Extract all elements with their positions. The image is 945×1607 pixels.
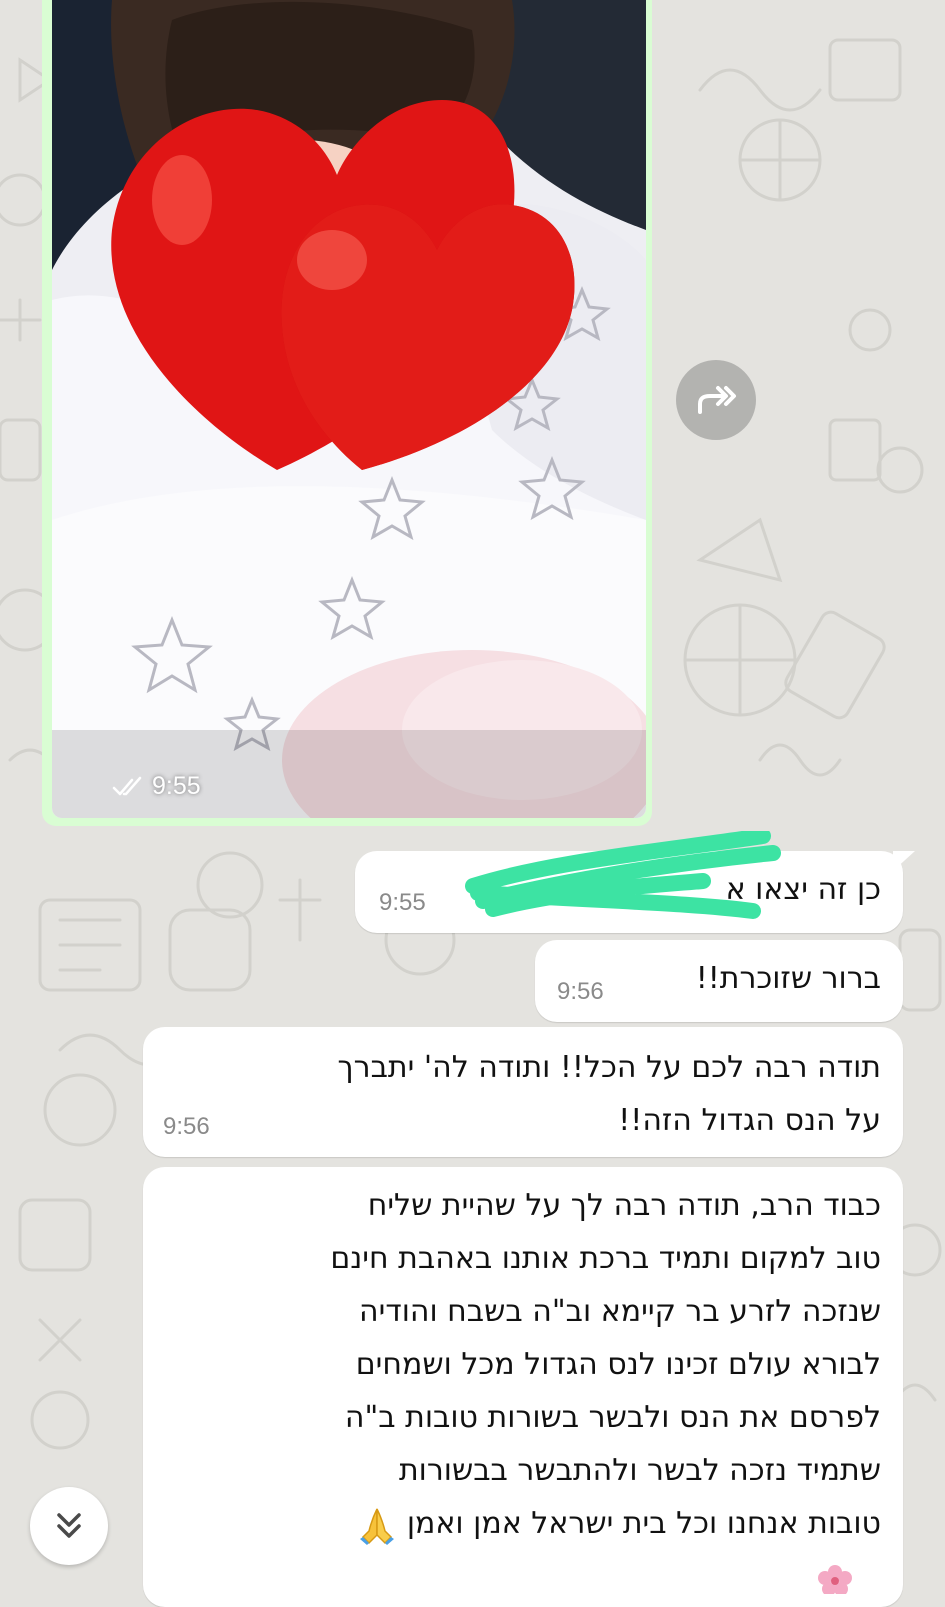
folded-hands-icon xyxy=(360,1508,395,1545)
scroll-to-bottom-button[interactable] xyxy=(30,1487,108,1565)
message-line: על הנס הגדול הזה!! xyxy=(618,1103,881,1138)
message-line: לבורא עולם זכינו לנס הגדול מכל ושמחים xyxy=(355,1347,881,1382)
message-time: 9:56 xyxy=(557,978,604,1005)
message-line: טובות אנחנו וכל בית ישראל אמן ואמן xyxy=(406,1506,881,1541)
message-line: שתמיד נזכה לבשר ולהתבשר בבשורות xyxy=(398,1453,881,1488)
image-message-bubble[interactable]: 9:55 xyxy=(42,0,652,826)
message-line: טוב למקום ותמיד ברכת אותנו באהבת חינם xyxy=(330,1241,881,1276)
double-chevron-down-icon xyxy=(57,1513,81,1538)
forward-button[interactable] xyxy=(676,360,756,440)
image-timestamp: 9:55 xyxy=(112,772,201,801)
blossom-icon xyxy=(818,1565,852,1594)
message-bubble[interactable]: ברור שזוכרת!! 9:56 xyxy=(535,940,903,1022)
shared-photo[interactable] xyxy=(52,0,646,818)
message-bubble[interactable]: תודה רבה לכם על הכל!! ותודה לה' יתברך על… xyxy=(143,1027,903,1157)
message-bubble[interactable]: כן זה יצאו א 9:55 xyxy=(355,831,915,933)
message-line: שנזכה לזרע בר קיימא וב"ה בשבח והודיה xyxy=(359,1294,881,1329)
double-check-icon xyxy=(112,776,142,795)
message-text: תודה רבה לכם על הכל!! ותודה לה' יתברך על… xyxy=(338,1041,881,1147)
message-time: 9:55 xyxy=(379,889,426,916)
message-line: תודה רבה לכם על הכל!! ותודה לה' יתברך xyxy=(337,1050,881,1085)
message-time: 9:56 xyxy=(163,1113,210,1140)
message-line-with-emoji: טובות אנחנו וכל בית ישראל אמן ואמן xyxy=(161,1497,881,1550)
forward-icon xyxy=(698,386,736,414)
message-line: כבוד הרב, תודה רבה לך על שהיית שליח xyxy=(367,1188,881,1223)
redaction-scribble xyxy=(465,831,781,919)
bubble-tail xyxy=(893,851,915,871)
message-text: כבוד הרב, תודה רבה לך על שהיית שליח טוב … xyxy=(161,1179,881,1550)
image-time-text: 9:55 xyxy=(152,772,201,800)
message-line: ברור שזוכרת!! xyxy=(695,961,881,996)
message-bubble[interactable]: כבוד הרב, תודה רבה לך על שהיית שליח טוב … xyxy=(143,1167,903,1607)
photo-illustration xyxy=(52,0,646,818)
message-text: ברור שזוכרת!! xyxy=(696,952,881,1005)
message-line: לפרסם את הנס ולבשר בשורות טובות ב"ה xyxy=(344,1400,881,1435)
